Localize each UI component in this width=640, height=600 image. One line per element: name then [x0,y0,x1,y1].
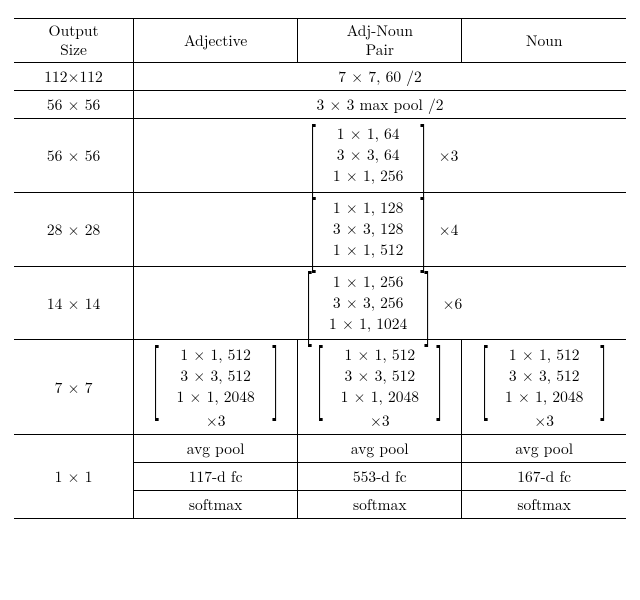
pair-op: softmax [298,491,462,519]
conv-spec: 1 × 1, 512 [505,345,583,366]
conv-spec: 1 × 1, 512 [333,240,404,261]
conv-spec: 3 × 3, 256 [329,293,407,314]
conv-spec: 3 × 3, 512 [505,366,583,387]
noun-op: 167-d fc [462,463,626,491]
shared-stage: 7 × 7, 60 /2 [134,63,626,91]
left-bracket-icon: [ [316,341,323,401]
conv-spec: 3 × 3, 128 [333,219,404,240]
bottleneck-block: 1 × 1, 512 3 × 3, 512 1 × 1, 2048 [335,343,425,410]
header-adjective: Adjective [134,19,298,63]
block-multiplier: ×4 [439,219,459,240]
table-row: 56 × 56 3 × 3 max pool /2 [14,91,626,119]
table-header-row: Output Size Adjective Adj-Noun Pair Noun [14,19,626,63]
table-row: 28 × 28 [ 1 × 1, 128 3 × 3, 128 1 × 1, 5… [14,192,626,266]
header-pair: Adj-Noun Pair [298,19,462,63]
pair-stage: [ 1 × 1, 512 3 × 3, 512 1 × 1, 2048 ] ×3 [298,340,462,435]
conv-spec: 3 × 3, 512 [176,366,254,387]
shared-stage: [ 1 × 1, 256 3 × 3, 256 1 × 1, 1024 ] ×6 [134,266,626,340]
block-multiplier: ×3 [439,145,459,166]
conv-spec: 1 × 1, 512 [341,345,419,366]
adjective-op: softmax [134,491,298,519]
conv-spec: 1 × 1, 2048 [176,387,254,408]
noun-stage: [ 1 × 1, 512 3 × 3, 512 1 × 1, 2048 ] ×3 [462,340,626,435]
shared-stage: [ 1 × 1, 128 3 × 3, 128 1 × 1, 512 ] ×4 [134,192,626,266]
adjective-op: avg pool [134,435,298,463]
adjective-stage: [ 1 × 1, 512 3 × 3, 512 1 × 1, 2048 ] ×3 [134,340,298,435]
header-output-size-l2: Size [60,39,87,60]
conv-spec: 1 × 1, 128 [333,198,404,219]
block-multiplier: ×6 [442,293,462,314]
bottleneck-block: 1 × 1, 128 3 × 3, 128 1 × 1, 512 [327,196,410,263]
header-output-size: Output Size [14,19,134,63]
left-bracket-icon: [ [152,341,159,401]
pair-op: 553-d fc [298,463,462,491]
output-size: 1 × 1 [14,435,134,519]
right-bracket-icon: ] [272,341,279,401]
output-size: 28 × 28 [14,192,134,266]
left-bracket-icon: [ [481,341,488,401]
block-multiplier: ×3 [370,410,390,431]
table-row: 7 × 7 [ 1 × 1, 512 3 × 3, 512 1 × 1, 204… [14,340,626,435]
conv-spec: 1 × 1, 256 [333,166,404,187]
adjective-op: 117-d fc [134,463,298,491]
block-multiplier: ×3 [206,410,226,431]
output-size: 14 × 14 [14,266,134,340]
table-row: 112×112 7 × 7, 60 /2 [14,63,626,91]
output-size: 56 × 56 [14,119,134,193]
pair-op: avg pool [298,435,462,463]
conv-spec: 1 × 1, 1024 [329,314,407,335]
noun-op: avg pool [462,435,626,463]
output-size: 112×112 [14,63,134,91]
conv-spec: 3 × 3, 512 [341,366,419,387]
output-size: 56 × 56 [14,91,134,119]
table-row: 1 × 1 avg pool avg pool avg pool [14,435,626,463]
conv-spec: 1 × 1, 256 [329,272,407,293]
bottleneck-block: 1 × 1, 512 3 × 3, 512 1 × 1, 2048 [170,343,260,410]
shared-stage: 3 × 3 max pool /2 [134,91,626,119]
noun-op: softmax [462,491,626,519]
left-bracket-icon: [ [305,267,312,327]
shared-stage: [ 1 × 1, 64 3 × 3, 64 1 × 1, 256 ] ×3 [134,119,626,193]
conv-spec: 1 × 1, 512 [176,345,254,366]
conv-spec: 1 × 1, 2048 [505,387,583,408]
conv-spec: 3 × 3, 64 [333,145,404,166]
conv-spec: 1 × 1, 64 [333,124,404,145]
header-pair-l2: Pair [366,39,394,60]
bottleneck-block: 1 × 1, 64 3 × 3, 64 1 × 1, 256 [327,122,410,189]
output-size: 7 × 7 [14,340,134,435]
right-bracket-icon: ] [424,267,431,327]
right-bracket-icon: ] [436,341,443,401]
block-multiplier: ×3 [534,410,554,431]
bottleneck-block: 1 × 1, 512 3 × 3, 512 1 × 1, 2048 [499,343,589,410]
conv-spec: 1 × 1, 2048 [341,387,419,408]
architecture-table: Output Size Adjective Adj-Noun Pair Noun… [14,18,626,519]
right-bracket-icon: ] [600,341,607,401]
bottleneck-block: 1 × 1, 256 3 × 3, 256 1 × 1, 1024 [323,270,413,337]
header-noun: Noun [462,19,626,63]
table-row: 56 × 56 [ 1 × 1, 64 3 × 3, 64 1 × 1, 256… [14,119,626,193]
